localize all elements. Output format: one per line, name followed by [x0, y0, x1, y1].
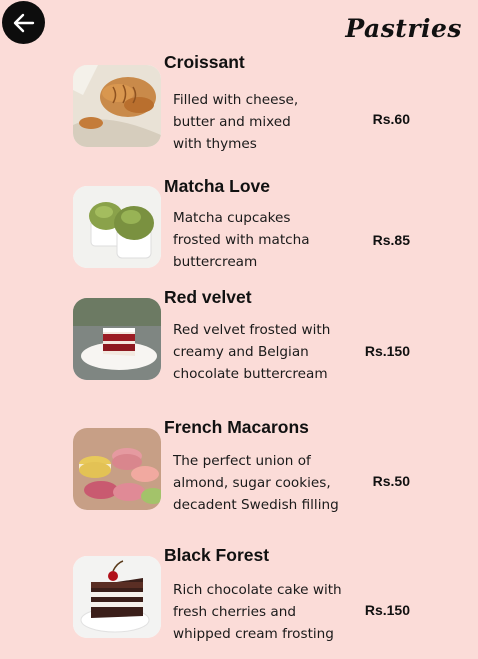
item-price: Rs.85: [372, 232, 410, 248]
item-price: Rs.150: [364, 602, 410, 618]
arrow-left-icon: [13, 13, 34, 32]
item-description: Rich chocolate cake with fresh cherries …: [173, 582, 342, 642]
macarons-photo: [73, 428, 161, 510]
matcha-cupcake-photo: [73, 186, 161, 268]
page-title: Pastries: [345, 14, 462, 43]
item-name: Matcha Love: [164, 176, 270, 196]
item-name: Black Forest: [164, 545, 270, 565]
item-price: Rs.50: [372, 473, 410, 489]
item-price: Rs.60: [372, 111, 410, 127]
item-description: Filled with cheese, butter and mixed wit…: [173, 92, 299, 152]
item-description: The perfect union of almond, sugar cooki…: [173, 453, 339, 513]
croissant-photo: [73, 65, 161, 147]
black-forest-cake-photo: [73, 556, 161, 638]
item-name: French Macarons: [164, 417, 309, 437]
item-description: Matcha cupcakes frosted with matcha butt…: [173, 210, 310, 270]
item-description: Red velvet frosted with creamy and Belgi…: [173, 322, 331, 382]
item-name: Croissant: [164, 52, 245, 72]
item-price: Rs.150: [364, 343, 410, 359]
red-velvet-cake-photo: [73, 298, 161, 380]
back-button[interactable]: [2, 1, 45, 44]
item-name: Red velvet: [164, 287, 252, 307]
